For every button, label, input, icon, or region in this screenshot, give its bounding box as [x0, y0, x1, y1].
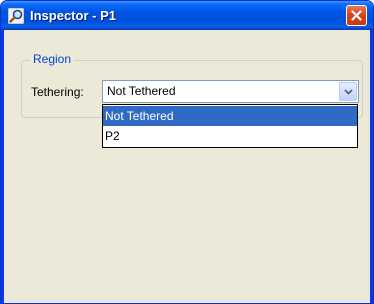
- tethering-select[interactable]: Not Tethered: [102, 80, 359, 103]
- dropdown-option-not-tethered[interactable]: Not Tethered: [103, 106, 357, 126]
- dropdown-option-p2[interactable]: P2: [103, 126, 357, 146]
- tethering-select-value: Not Tethered: [107, 84, 176, 98]
- magnifier-icon: [7, 7, 25, 25]
- tethering-label: Tethering:: [31, 85, 84, 99]
- dropdown-button[interactable]: [339, 82, 357, 101]
- title-bar[interactable]: Inspector - P1: [1, 1, 373, 30]
- close-icon: [351, 10, 362, 21]
- window-title: Inspector - P1: [30, 8, 116, 23]
- window-frame-right: [370, 30, 373, 303]
- region-legend: Region: [30, 51, 75, 67]
- close-button[interactable]: [346, 5, 367, 26]
- tethering-dropdown-list: Not Tethered P2: [102, 104, 358, 148]
- chevron-down-icon: [344, 89, 353, 95]
- inspector-window: Inspector - P1: [0, 0, 374, 304]
